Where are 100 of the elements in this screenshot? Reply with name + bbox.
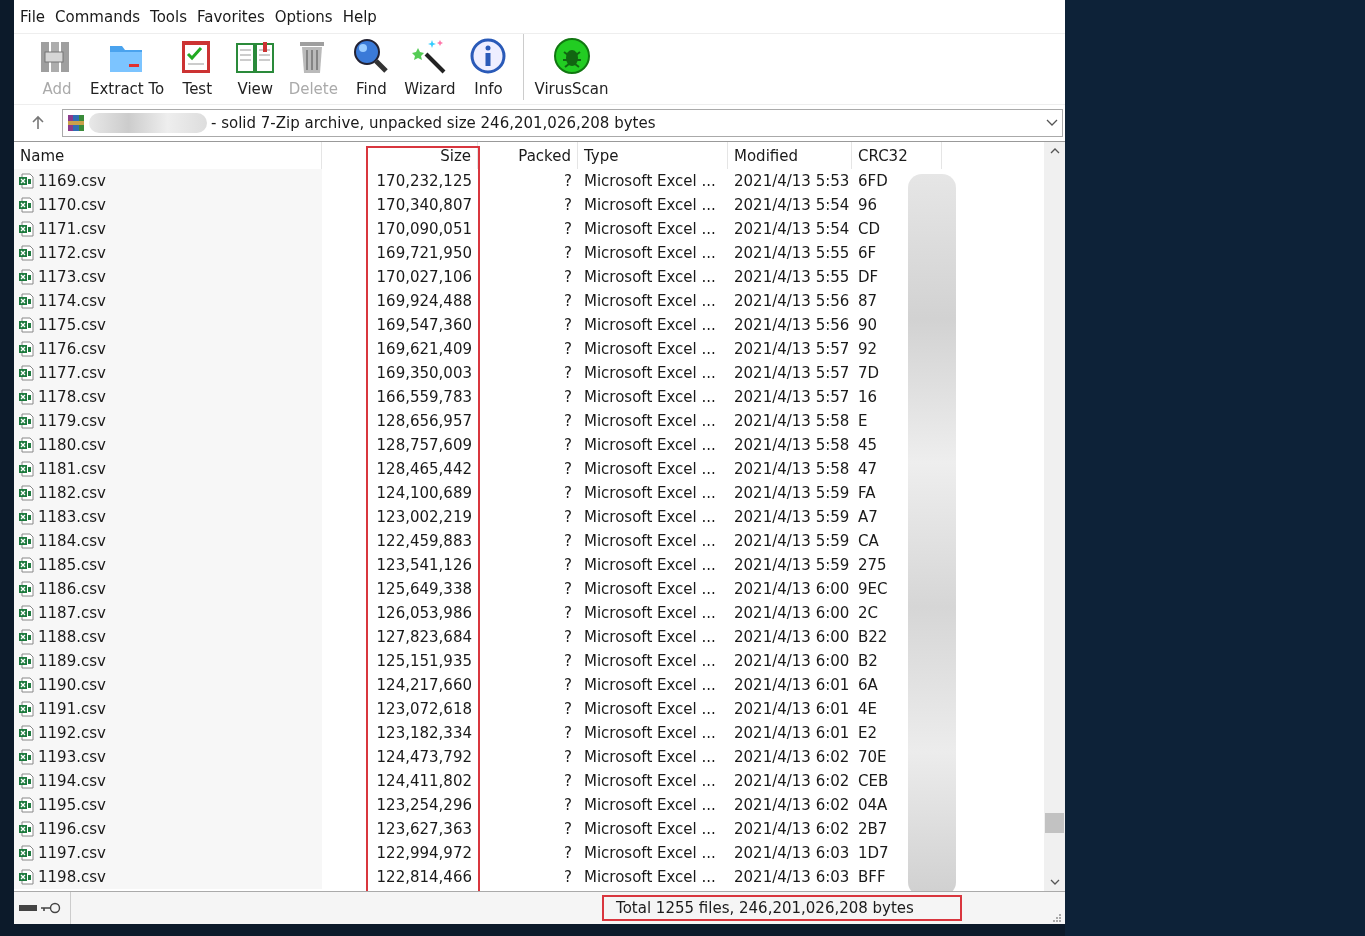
column-header[interactable]: Size [322,142,478,169]
table-cell-text: Microsoft Excel ... [583,243,717,264]
file-name-cell: 1181.csv [14,457,322,481]
toolbar-button[interactable]: VirusScan [530,34,613,98]
table-cell-text: 87 [857,291,879,312]
table-cell-text: ? [563,723,573,744]
table-cell-text: Microsoft Excel ... [583,171,717,192]
spreadsheet-file-icon [18,821,34,837]
table-cell-text: Microsoft Excel ... [583,747,717,768]
table-cell-text: 2021/4/13 6:00 [733,579,851,600]
table-cell-text: 126,053,986 [375,603,473,624]
file-name-cell: 1169.csv [14,169,322,193]
toolbar-button[interactable]: Find [342,34,401,98]
table-cell-text: Microsoft Excel ... [583,771,717,792]
column-header[interactable]: Type [578,142,728,169]
file-name-cell: 1192.csv [14,721,322,745]
menu-item[interactable]: Favorites [193,7,269,26]
table-cell-text: 92 [857,339,879,360]
table-cell-text: A7 [857,507,879,528]
dropdown-caret-icon[interactable] [1046,119,1058,127]
table-cell-text: ? [563,243,573,264]
table-cell-text: 2021/4/13 5:54 [733,219,851,240]
scrollbar[interactable] [1044,142,1065,891]
table-cell-text: 122,459,883 [375,531,473,552]
table-cell-text: Microsoft Excel ... [583,315,717,336]
table-cell-text: 6A [857,675,879,696]
table-cell-text: 2021/4/13 5:54 [733,195,851,216]
spreadsheet-file-icon [18,749,34,765]
table-cell-text: 170,340,807 [375,195,473,216]
file-name-cell: 1172.csv [14,241,322,265]
spreadsheet-file-icon [18,677,34,693]
table-cell-text: 2021/4/13 5:56 [733,291,851,312]
spreadsheet-file-icon [18,197,34,213]
scroll-down-icon[interactable] [1049,879,1060,885]
table-cell-text: 2021/4/13 6:02 [733,747,851,768]
table-cell-text: 127,823,684 [375,627,473,648]
table-cell-text: ? [563,699,573,720]
table-cell-text: 2021/4/13 5:57 [733,387,851,408]
table-cell-text: 128,465,442 [375,459,473,480]
file-name-cell: 1178.csv [14,385,322,409]
table-cell-text: 2021/4/13 6:02 [733,819,851,840]
spreadsheet-file-icon [18,341,34,357]
file-name-cell: 1197.csv [14,841,322,865]
spreadsheet-file-icon [18,389,34,405]
table-cell-text: 125,151,935 [375,651,473,672]
path-field[interactable]: - solid 7-Zip archive, unpacked size 246,201,026,208 bytes [62,109,1063,137]
toolbar-button[interactable]: Info [459,34,518,98]
table-cell-text: Microsoft Excel ... [583,459,717,480]
up-arrow-icon[interactable] [30,115,46,131]
scroll-thumb[interactable] [1045,813,1064,833]
file-name-cell: 1180.csv [14,433,322,457]
table-cell-text: 2021/4/13 5:57 [733,363,851,384]
table-cell-text: ? [563,651,573,672]
table-cell-text: 16 [857,387,879,408]
file-name-cell: 1186.csv [14,577,322,601]
column-header[interactable]: CRC32 [852,142,942,169]
table-cell-text: E2 [857,723,879,744]
table-cell-text: 123,254,296 [375,795,473,816]
table-cell-text: 124,217,660 [375,675,473,696]
table-cell-text: 124,473,792 [375,747,473,768]
table-cell-text: Microsoft Excel ... [583,867,717,888]
spreadsheet-file-icon [18,725,34,741]
table-cell-text: ? [563,747,573,768]
file-name-cell: 1196.csv [14,817,322,841]
table-cell-text: 2021/4/13 5:57 [733,339,851,360]
spreadsheet-file-icon [18,869,34,885]
toolbar-button[interactable]: Wizard [400,34,460,98]
table-cell-text: 170,232,125 [375,171,473,192]
table-cell-text: 169,547,360 [375,315,473,336]
table-cell-text: 6FD [857,171,889,192]
menu-item[interactable]: Options [270,7,337,26]
table-cell-text: ? [563,363,573,384]
toolbar-button[interactable]: View [226,34,285,98]
table-cell-text: 2021/4/13 6:01 [733,675,851,696]
menu-item[interactable]: Tools [146,7,191,26]
table-cell-text: 2021/4/13 6:00 [733,603,851,624]
table-cell-text: Microsoft Excel ... [583,291,717,312]
table-cell-text: ? [563,339,573,360]
table-cell-text: B22 [857,627,889,648]
toolbar-button[interactable]: Extract To [86,34,169,98]
table-cell-text: ? [563,267,573,288]
table-cell-text: ? [563,579,573,600]
table-cell-text: Microsoft Excel ... [583,435,717,456]
spreadsheet-file-icon [18,773,34,789]
column-header[interactable]: Modified [728,142,852,169]
scroll-up-icon[interactable] [1049,148,1060,154]
toolbar-button[interactable]: Test [168,34,227,98]
table-cell-text: Microsoft Excel ... [583,507,717,528]
table-cell-text: 70E [857,747,888,768]
menu-item[interactable]: File [16,7,50,26]
menu-item[interactable]: Commands [51,7,145,26]
table-cell-text: Microsoft Excel ... [583,699,717,720]
file-name-cell: 1173.csv [14,265,322,289]
table-cell-text: Microsoft Excel ... [583,195,717,216]
table-cell-text: Microsoft Excel ... [583,531,717,552]
resize-grip-icon[interactable] [1051,912,1061,922]
column-header[interactable]: Packed [478,142,578,169]
menu-item[interactable]: Help [338,7,381,26]
table-cell-text: ? [563,459,573,480]
table-cell-text: 2021/4/13 5:55 [733,267,851,288]
